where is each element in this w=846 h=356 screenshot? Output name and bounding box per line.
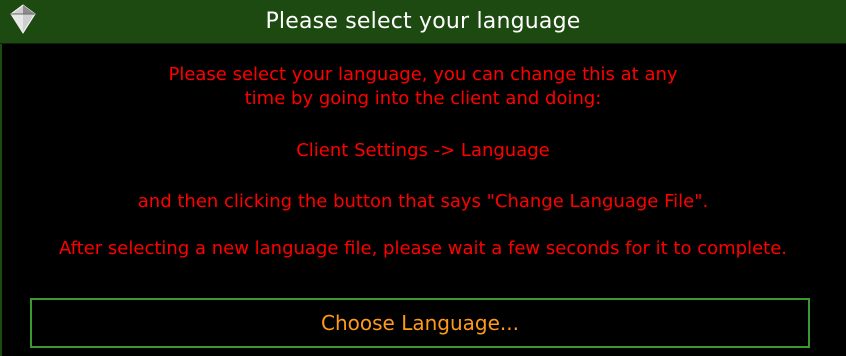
choose-language-button[interactable]: Choose Language...	[30, 298, 810, 348]
message-line-2: time by going into the client and doing:	[244, 88, 602, 109]
message-line-3: and then clicking the button that says "…	[137, 191, 709, 212]
message-line-1: Please select your language, you can cha…	[168, 64, 678, 85]
window-title: Please select your language	[265, 9, 581, 34]
language-dialog: Please select your language Please selec…	[0, 0, 846, 356]
title-bar[interactable]: Please select your language	[0, 0, 846, 44]
message-line-4: After selecting a new language file, ple…	[58, 238, 788, 259]
settings-path-text: Client Settings -> Language	[296, 140, 550, 161]
